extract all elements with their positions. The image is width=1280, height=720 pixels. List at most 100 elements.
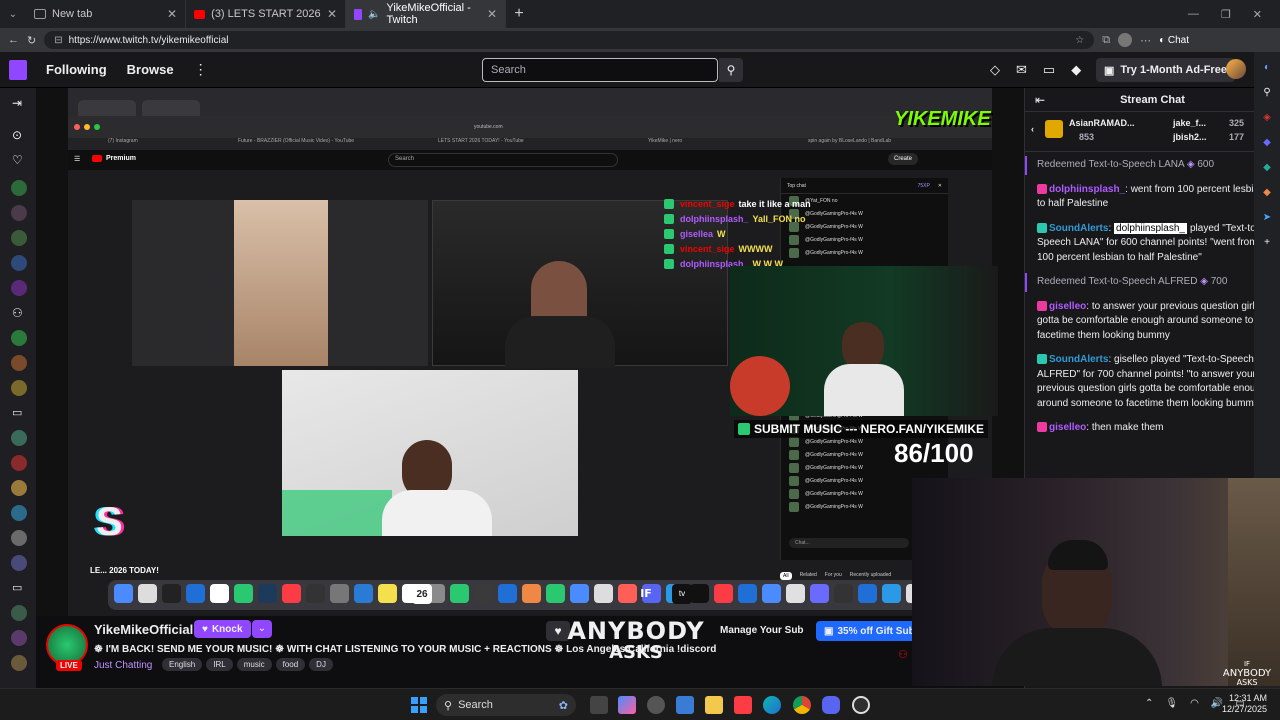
close-icon[interactable]: ✕ [167, 7, 177, 21]
followed-channel-avatar[interactable] [9, 503, 29, 523]
task-view-icon[interactable] [590, 696, 608, 714]
add-icon[interactable]: + [1264, 237, 1270, 248]
site-info-icon[interactable]: ⊟ [54, 35, 62, 46]
more-icon[interactable]: ⋮ [194, 61, 208, 78]
windows-start-icon[interactable] [411, 697, 427, 713]
profile-icon[interactable]: ⚇ [898, 648, 908, 661]
tray-chevron-icon[interactable]: ⌃ [1145, 698, 1153, 709]
knock-dropdown-button[interactable]: ⌄ [252, 620, 272, 638]
followed-channel-avatar[interactable] [9, 603, 29, 623]
followed-channel-avatar[interactable] [9, 453, 29, 473]
nav-following[interactable]: Following [46, 62, 107, 77]
chat-mention[interactable]: dolphiinsplash_ [1114, 222, 1187, 234]
chat-username[interactable]: SoundAlerts [1049, 354, 1108, 365]
maximize-icon[interactable]: ❐ [1221, 8, 1231, 21]
followed-channel-avatar[interactable] [9, 478, 29, 498]
channel-name[interactable]: YikeMikeOfficial [94, 622, 193, 637]
obs-icon[interactable] [852, 696, 870, 714]
office-icon[interactable]: ◆ [1263, 187, 1271, 198]
drops-icon[interactable]: ◇ [990, 62, 1000, 78]
chat-username[interactable]: giselleo [1049, 422, 1086, 433]
chat-username[interactable]: giselleo [1049, 301, 1086, 312]
inbox-icon[interactable]: ✉ [1016, 62, 1027, 78]
tools-icon[interactable]: ◆ [1263, 137, 1271, 148]
followed-channel-avatar[interactable] [9, 328, 29, 348]
chrome-icon[interactable] [793, 696, 811, 714]
file-explorer-icon[interactable] [705, 696, 723, 714]
collapse-chat-icon[interactable]: ⇤ [1035, 93, 1045, 107]
followed-channel-avatar[interactable] [9, 653, 29, 673]
category-link[interactable]: Just Chatting [94, 660, 152, 671]
music-app-icon[interactable] [734, 696, 752, 714]
stream-tag[interactable]: food [275, 658, 306, 671]
twitch-logo-icon[interactable] [0, 52, 36, 88]
gift-sub-button[interactable]: ▣ 35% off Gift Sub [816, 621, 923, 641]
chat-username[interactable]: SoundAlerts [1049, 223, 1108, 234]
extensions-icon[interactable]: ⧉ [1102, 34, 1110, 47]
close-window-icon[interactable]: ✕ [1253, 8, 1262, 21]
clock[interactable]: 12:31 AM 12/27/2025 [1222, 693, 1267, 715]
followed-channel-avatar[interactable] [9, 278, 29, 298]
copilot-icon[interactable] [618, 696, 636, 714]
followed-channel-avatar[interactable] [9, 378, 29, 398]
browser-tab-youtube[interactable]: (3) LETS START 2026 TODAY! - You ✕ [186, 0, 346, 28]
browser-tab-new[interactable]: New tab ✕ [26, 0, 186, 28]
followed-channel-avatar[interactable] [9, 253, 29, 273]
refresh-icon[interactable]: ↻ [27, 34, 36, 47]
followed-channel-avatar[interactable] [9, 228, 29, 248]
video-player[interactable]: youtube.com (7) Instagram Future - BRAZZ… [36, 88, 1024, 616]
followed-channel-avatar[interactable] [9, 353, 29, 373]
browser-tab-twitch[interactable]: 🔈 YikeMikeOfficial - Twitch ✕ [346, 0, 506, 28]
speaker-icon[interactable]: 🔈 [368, 9, 380, 20]
mic-icon[interactable]: 🎙 [1165, 698, 1178, 709]
heart-icon[interactable]: ♡ [12, 153, 23, 167]
profile-icon[interactable] [1118, 33, 1133, 47]
video-icon[interactable]: ▭ [12, 581, 22, 594]
followed-channel-avatar[interactable] [9, 178, 29, 198]
shopping-icon[interactable]: ◈ [1263, 112, 1271, 123]
copilot-chat-button[interactable]: ◐ Chat [1159, 35, 1189, 46]
favorite-icon[interactable]: ☆ [1075, 35, 1084, 46]
back-icon[interactable]: ← [8, 34, 19, 46]
edge-icon[interactable] [763, 696, 781, 714]
search-input[interactable]: Search [482, 58, 718, 82]
copilot-icon[interactable]: ◐ [1264, 62, 1270, 73]
close-icon[interactable]: ✕ [327, 7, 337, 21]
followed-channel-avatar[interactable] [9, 528, 29, 548]
new-tab-button[interactable]: + [506, 5, 532, 23]
manage-sub-button[interactable]: Manage Your Sub [712, 621, 812, 641]
discord-icon[interactable] [822, 696, 840, 714]
stream-tag[interactable]: IRL [206, 658, 233, 671]
followed-channel-avatar[interactable] [9, 203, 29, 223]
user-avatar[interactable] [1226, 59, 1246, 79]
followed-channel-avatar[interactable] [9, 628, 29, 648]
search-icon[interactable]: ⚲ [719, 58, 743, 82]
add-friend-icon[interactable]: ⚇ [12, 306, 23, 320]
whispers-icon[interactable]: ▭ [1043, 62, 1055, 78]
stream-tag[interactable]: music [236, 658, 272, 671]
wifi-icon[interactable]: ◠ [1190, 698, 1199, 709]
stream-tag[interactable]: DJ [309, 658, 333, 671]
nav-browse[interactable]: Browse [127, 62, 174, 77]
expand-icon[interactable]: ⇥ [12, 96, 22, 110]
knock-button[interactable]: ♥ Knock [194, 620, 251, 638]
send-icon[interactable]: ➤ [1263, 212, 1271, 223]
minimize-icon[interactable]: — [1188, 8, 1199, 21]
games-icon[interactable]: ◆ [1263, 162, 1271, 173]
store-icon[interactable] [676, 696, 694, 714]
settings-icon[interactable] [647, 696, 665, 714]
menu-icon[interactable]: ⋯ [1140, 34, 1151, 47]
chat-username[interactable]: dolphiinsplash_ [1049, 184, 1125, 195]
taskbar-search[interactable]: ⚲ Search ✿ [436, 694, 576, 716]
close-icon[interactable]: ✕ [487, 7, 497, 21]
tab-list-button[interactable]: ⌄ [0, 0, 26, 28]
video-icon[interactable]: ▭ [12, 406, 22, 419]
chevron-left-icon[interactable]: ‹ [1031, 124, 1034, 134]
search-icon[interactable]: ⚲ [1263, 87, 1270, 98]
followed-channel-avatar[interactable] [9, 553, 29, 573]
followed-channel-avatar[interactable] [9, 428, 29, 448]
url-field[interactable]: ⊟ https://www.twitch.tv/yikemikeofficial… [44, 31, 1095, 49]
bits-icon[interactable]: ◆ [1071, 62, 1081, 78]
stream-tag[interactable]: English [162, 658, 203, 671]
following-icon[interactable]: ⊙ [12, 128, 22, 142]
